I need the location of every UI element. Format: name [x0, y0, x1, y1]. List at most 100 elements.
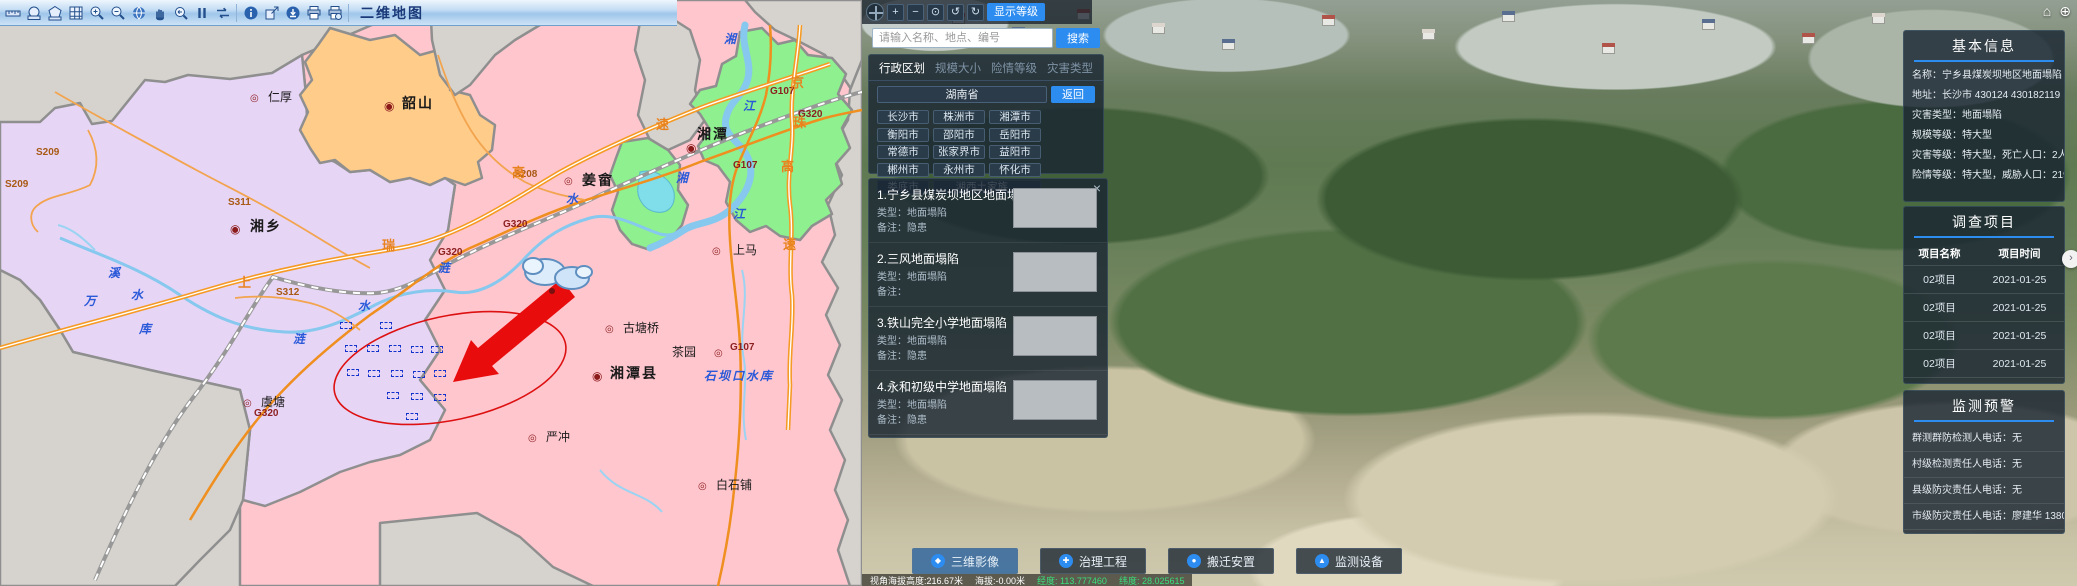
globe-icon[interactable]: ⊕	[2059, 3, 2071, 19]
list-item[interactable]: 3.铁山完全小学地面塌陷类型：地面塌陷备注：隐患	[869, 307, 1107, 371]
3d-toolbar: +−⊙↺↻ 显示等级	[862, 0, 1092, 24]
search-button[interactable]: 搜索	[1056, 28, 1100, 48]
full-extent-button[interactable]	[128, 2, 149, 24]
city-button[interactable]: 怀化市	[989, 163, 1041, 177]
city-button[interactable]: 岳阳市	[989, 128, 1041, 142]
city-button[interactable]: 衡阳市	[877, 128, 929, 142]
zoom-in-button[interactable]: +	[887, 4, 904, 21]
province-select[interactable]: 湖南省	[877, 86, 1047, 103]
table-row[interactable]: 02项目2021-01-25	[1904, 378, 2064, 385]
table-cell: 2021-01-25	[1975, 350, 2064, 378]
bottom-button-label: 治理工程	[1079, 553, 1127, 570]
table-cell: 2021-01-25	[1975, 378, 2064, 385]
locate-button[interactable]: ⊙	[927, 4, 944, 21]
disaster-photo[interactable]	[1013, 380, 1097, 420]
export-button[interactable]	[261, 2, 282, 24]
disaster-photo[interactable]	[1013, 316, 1097, 356]
city-button[interactable]: 永州市	[933, 163, 985, 177]
filter-tab-灾害类型[interactable]: 灾害类型	[1047, 60, 1093, 76]
city-button[interactable]: 常德市	[877, 145, 929, 159]
survey-projects-panel: 调查项目 项目名称项目时间02项目2021-01-2502项目2021-01-2…	[1903, 206, 2065, 384]
info-row: 规模等级：特大型	[1904, 126, 2064, 146]
search-input[interactable]	[872, 28, 1053, 48]
save-icon	[285, 5, 301, 21]
filter-tab-险情等级[interactable]: 险情等级	[991, 60, 1037, 76]
table-row[interactable]: 02项目2021-01-25	[1904, 350, 2064, 378]
filter-tab-规模大小[interactable]: 规模大小	[935, 60, 981, 76]
pause-button[interactable]	[191, 2, 212, 24]
bottom-button-监测设备[interactable]: ▲监测设备	[1296, 548, 1402, 574]
print-preview-button[interactable]	[324, 2, 345, 24]
info-icon	[243, 5, 259, 21]
measure-distance-icon	[5, 5, 21, 21]
mine-symbol	[347, 369, 359, 376]
list-item[interactable]: 4.永和初级中学地面塌陷类型：地面塌陷备注：隐患	[869, 371, 1107, 435]
city-button[interactable]: 湘潭市	[989, 110, 1041, 124]
list-item[interactable]: 2.三风地面塌陷类型：地面塌陷备注：	[869, 243, 1107, 307]
table-row[interactable]: 02项目2021-01-25	[1904, 322, 2064, 350]
print-button[interactable]	[303, 2, 324, 24]
bottom-button-三维影像[interactable]: ◆三维影像	[912, 548, 1018, 574]
monitor-row: 市级防灾责任人电话：廖建华 13808466806	[1904, 504, 2064, 530]
city-button[interactable]: 邵阳市	[933, 128, 985, 142]
mine-symbol	[367, 345, 379, 352]
mine-symbol	[345, 345, 357, 352]
bottom-button-label: 搬迁安置	[1207, 553, 1255, 570]
panel-collapse-button[interactable]: ›	[2062, 250, 2077, 268]
table-cell: 02项目	[1904, 322, 1975, 350]
save-button[interactable]	[282, 2, 303, 24]
table-row[interactable]: 02项目2021-01-25	[1904, 266, 2064, 294]
info-row: 险情等级：特大型，威胁人口：21934人，威胁财产…	[1904, 166, 2064, 186]
map-2d-canvas	[0, 0, 862, 586]
panel-title: 基本信息	[1904, 31, 2064, 60]
back-button[interactable]: 返回	[1051, 86, 1095, 103]
info-row: 灾害类型：地面塌陷	[1904, 106, 2064, 126]
map-3d-view[interactable]: +−⊙↺↻ 显示等级 ⌂ ⊕ 搜索 行政区划规模大小险情等级灾害类型 湖南省 返…	[862, 0, 2077, 586]
zoom-previous-button[interactable]	[170, 2, 191, 24]
zoom-in-icon	[89, 5, 105, 21]
bottom-button-搬迁安置[interactable]: ●搬迁安置	[1168, 548, 1274, 574]
measure-distance-button[interactable]	[2, 2, 23, 24]
redo-button[interactable]: ↻	[967, 4, 984, 21]
table-cell: 02项目	[1904, 378, 1975, 385]
status-item: 纬度: 28.025615	[1119, 574, 1185, 586]
filter-tab-行政区划[interactable]: 行政区划	[879, 60, 925, 76]
pan-hand-button[interactable]	[149, 2, 170, 24]
zoom-out-button[interactable]: −	[907, 4, 924, 21]
table-row[interactable]: 02项目2021-01-25	[1904, 294, 2064, 322]
table-cell: 2021-01-25	[1975, 322, 2064, 350]
compass-icon[interactable]	[866, 3, 884, 21]
disaster-photo[interactable]	[1013, 188, 1097, 228]
undo-button[interactable]: ↺	[947, 4, 964, 21]
home-icon[interactable]: ⌂	[2043, 3, 2051, 19]
city-button[interactable]: 株洲市	[933, 110, 985, 124]
swap-button[interactable]	[212, 2, 233, 24]
info-button[interactable]	[240, 2, 261, 24]
list-item[interactable]: 1.宁乡县煤炭坝地区地面塌陷类型：地面塌陷备注：隐患	[869, 179, 1107, 243]
house	[1872, 16, 1885, 24]
city-button[interactable]: 张家界市	[933, 145, 985, 159]
mine-symbol	[391, 370, 403, 377]
disaster-photo[interactable]	[1013, 252, 1097, 292]
map-2d-view[interactable]: S209S209S311S312S208G320G320G320G320G107…	[0, 0, 862, 586]
mine-symbol	[340, 322, 352, 329]
basic-info-panel: 基本信息 名称：宁乡县煤炭坝地区地面塌陷地址：长沙市 430124 430182…	[1903, 30, 2065, 202]
city-button[interactable]: 郴州市	[877, 163, 929, 177]
display-level-button[interactable]: 显示等级	[987, 3, 1045, 21]
bottom-button-治理工程[interactable]: ✚治理工程	[1040, 548, 1146, 574]
measure-polygon-button[interactable]	[44, 2, 65, 24]
house	[1602, 46, 1615, 54]
zoom-out-icon	[110, 5, 126, 21]
column-header: 项目时间	[1975, 242, 2064, 266]
swap-icon	[215, 5, 231, 21]
list-item[interactable]: 5.芦淞区凤凰山体东南部山体滑坡	[869, 435, 1107, 438]
measure-area-button[interactable]	[23, 2, 44, 24]
status-item: 海拔:-0.00米	[975, 574, 1025, 586]
zoom-in-button[interactable]	[86, 2, 107, 24]
city-button[interactable]: 长沙市	[877, 110, 929, 124]
zoom-out-button[interactable]	[107, 2, 128, 24]
grid-button[interactable]	[65, 2, 86, 24]
house	[1222, 42, 1235, 50]
city-button[interactable]: 益阳市	[989, 145, 1041, 159]
bottom-button-label: 三维影像	[951, 553, 999, 570]
